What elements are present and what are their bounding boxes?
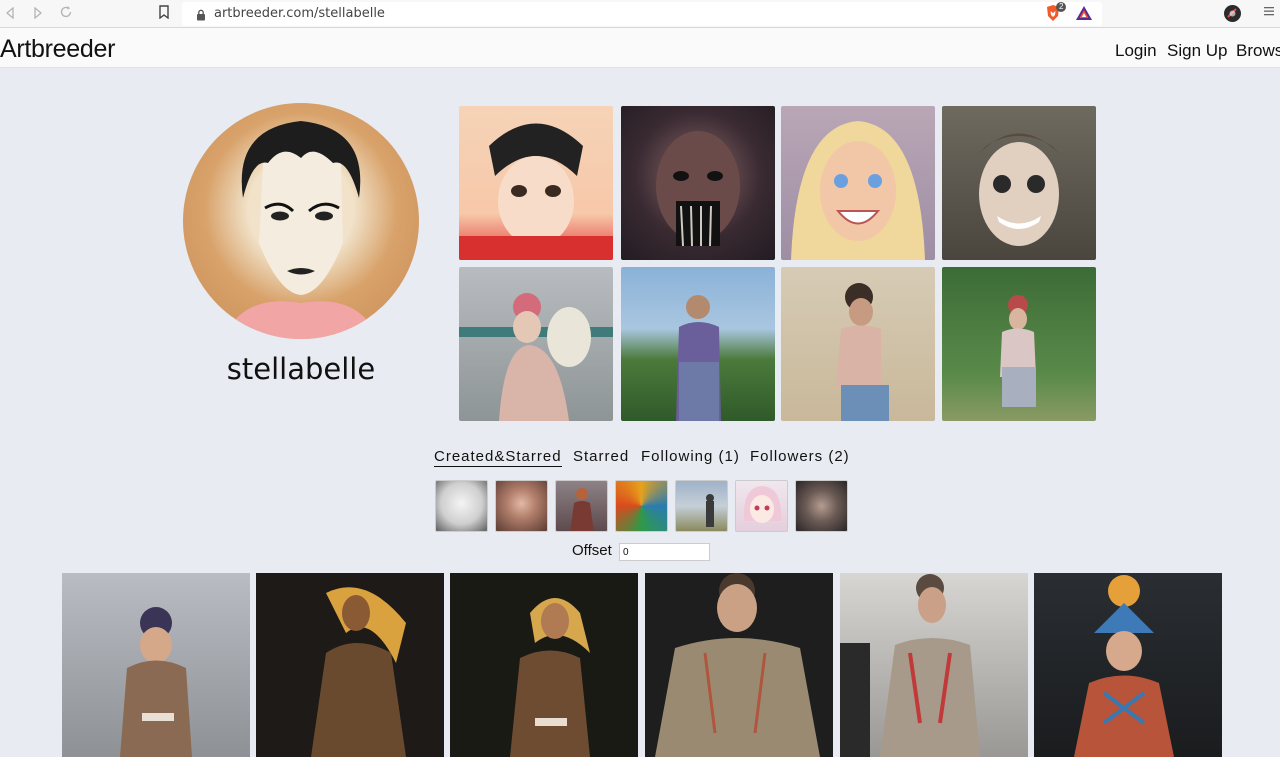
featured-thumb-1[interactable] bbox=[459, 106, 613, 260]
category-thumb-4[interactable] bbox=[615, 480, 668, 532]
category-thumb-2[interactable] bbox=[495, 480, 548, 532]
featured-thumb-5[interactable] bbox=[459, 267, 613, 421]
gallery-card-6[interactable] bbox=[1034, 573, 1222, 757]
url-text[interactable]: artbreeder.com/stellabelle bbox=[214, 6, 385, 21]
gallery-card-1[interactable] bbox=[62, 573, 250, 757]
featured-thumb-3[interactable] bbox=[781, 106, 935, 260]
category-thumb-1[interactable] bbox=[435, 480, 488, 532]
back-arrow-icon[interactable] bbox=[0, 4, 20, 24]
category-thumb-3[interactable] bbox=[555, 480, 608, 532]
gallery-card-3[interactable] bbox=[450, 573, 638, 757]
offset-input[interactable] bbox=[619, 543, 710, 561]
category-thumb-7[interactable] bbox=[795, 480, 848, 532]
forward-arrow-icon[interactable] bbox=[28, 4, 48, 24]
bat-rewards-icon[interactable] bbox=[1075, 5, 1093, 21]
browse-link[interactable]: Brows bbox=[1236, 41, 1280, 61]
tab-starred[interactable]: Starred bbox=[573, 448, 629, 465]
extension-icon[interactable] bbox=[1224, 5, 1241, 22]
tab-created-starred[interactable]: Created&Starred bbox=[434, 448, 562, 467]
featured-thumb-2[interactable] bbox=[621, 106, 775, 260]
address-bar[interactable]: artbreeder.com/stellabelle bbox=[182, 2, 1102, 26]
gallery-card-2[interactable] bbox=[256, 573, 444, 757]
profile-username: stellabelle bbox=[226, 352, 376, 386]
featured-thumb-6[interactable] bbox=[621, 267, 775, 421]
featured-thumb-8[interactable] bbox=[942, 267, 1096, 421]
featured-thumb-4[interactable] bbox=[942, 106, 1096, 260]
site-logo[interactable]: Artbreeder bbox=[0, 35, 115, 64]
bookmark-icon[interactable] bbox=[154, 4, 174, 24]
signup-link[interactable]: Sign Up bbox=[1167, 41, 1227, 61]
gallery-card-4[interactable] bbox=[645, 573, 833, 757]
featured-thumb-7[interactable] bbox=[781, 267, 935, 421]
browser-toolbar: artbreeder.com/stellabelle 2 bbox=[0, 0, 1280, 28]
gallery-card-5[interactable] bbox=[840, 573, 1028, 757]
profile-avatar bbox=[183, 103, 419, 339]
offset-label: Offset bbox=[572, 542, 612, 559]
lock-icon bbox=[196, 8, 206, 21]
category-thumb-5[interactable] bbox=[675, 480, 728, 532]
reload-icon[interactable] bbox=[56, 4, 76, 24]
hamburger-menu-icon[interactable] bbox=[1264, 4, 1274, 20]
tab-followers[interactable]: Followers (2) bbox=[750, 448, 850, 465]
site-header: Artbreeder Login Sign Up Brows bbox=[0, 28, 1280, 68]
tab-following[interactable]: Following (1) bbox=[641, 448, 740, 465]
category-thumb-6[interactable] bbox=[735, 480, 788, 532]
login-link[interactable]: Login bbox=[1115, 41, 1157, 61]
